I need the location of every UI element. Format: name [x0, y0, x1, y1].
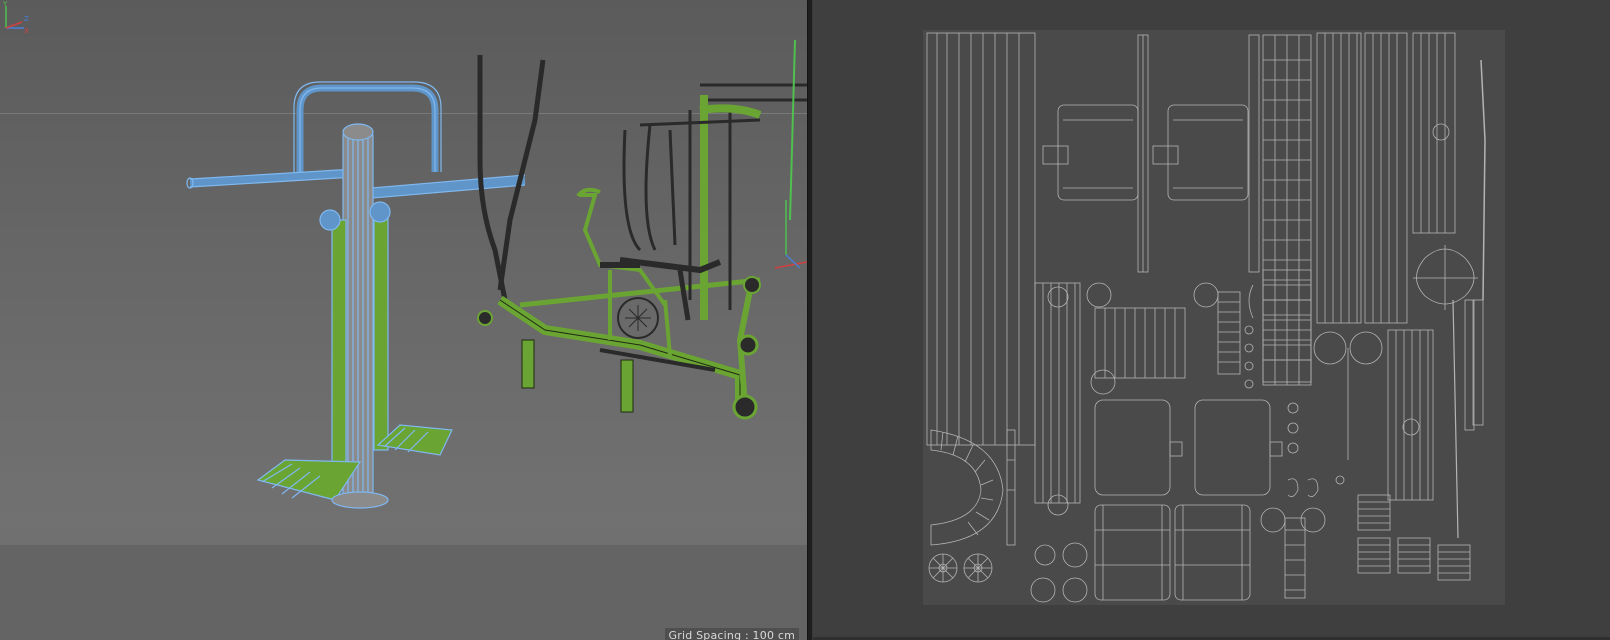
world-axis-x — [774, 261, 807, 269]
axis-x-label: X — [24, 27, 29, 35]
scene-render[interactable] — [0, 0, 807, 640]
axis-gizmo: Y Z X — [2, 0, 29, 35]
grid-spacing-readout: Grid Spacing : 100 cm — [664, 628, 799, 640]
axis-y-label: Y — [2, 0, 8, 8]
3d-viewport[interactable]: Y Z X Grid Spacing : 100 cm — [0, 0, 807, 640]
uv-editor-viewport[interactable] — [813, 0, 1610, 640]
axis-z-label: Z — [24, 15, 29, 23]
application-window: Y Z X Grid Spacing : 100 cm — [0, 0, 1610, 640]
exercise-bike[interactable] — [576, 187, 672, 356]
waist-twister-station[interactable] — [186, 81, 526, 509]
uv-space-square — [923, 30, 1505, 605]
uv-layout[interactable] — [813, 0, 1610, 640]
